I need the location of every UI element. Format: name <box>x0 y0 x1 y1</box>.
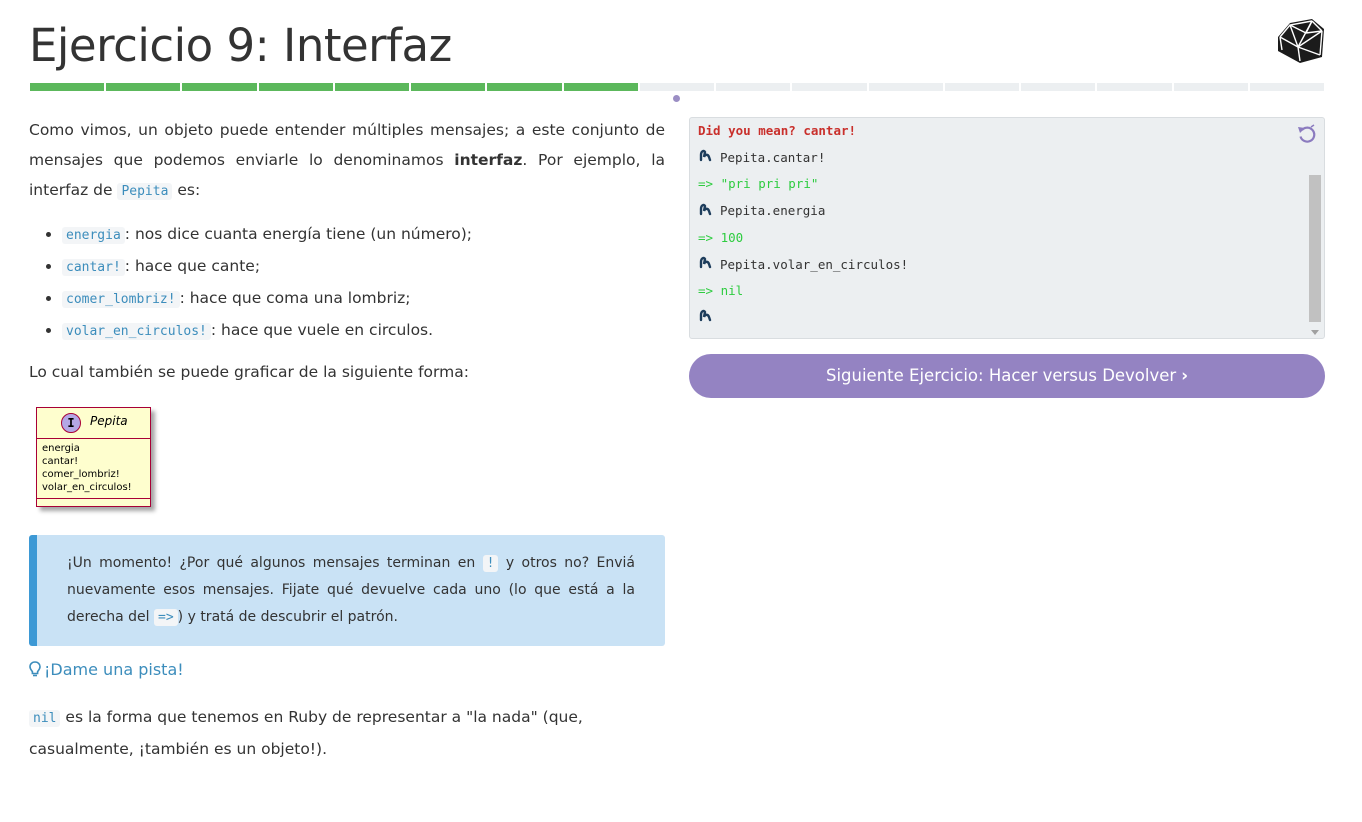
prompt-icon <box>698 148 712 168</box>
uml-method: comer_lombriz! <box>42 469 120 480</box>
inline-code: comer_lombriz! <box>62 291 180 308</box>
uml-method: energia <box>42 443 80 454</box>
console-command-text: Pepita.volar_en_circulos! <box>720 256 909 272</box>
console-command-line: Pepita.cantar! <box>698 148 825 168</box>
console-command-line: Pepita.volar_en_circulos! <box>698 255 908 275</box>
inline-code: volar_en_circulos! <box>62 323 211 340</box>
inline-code: nil <box>29 710 61 727</box>
scroll-down-arrow-icon[interactable] <box>1311 330 1319 335</box>
next-exercise-label[interactable]: Siguiente Ejercicio: Hacer versus Devolv… <box>826 366 1176 385</box>
progress-segment[interactable] <box>487 83 562 91</box>
inline-code: energia <box>62 227 125 244</box>
list-item: cantar!: hace que cante; <box>62 251 665 283</box>
console-command-line: Pepita.energia <box>698 201 825 221</box>
progress-bar <box>30 83 1324 91</box>
inline-code: => <box>154 609 178 626</box>
uml-method: cantar! <box>42 456 79 467</box>
list-item: volar_en_circulos!: hace que vuele en ci… <box>62 315 665 347</box>
uml-methods: energia cantar! comer_lombriz! volar_en_… <box>37 439 150 494</box>
uml-method: volar_en_circulos! <box>42 482 132 493</box>
progress-segment[interactable] <box>411 83 486 91</box>
inline-code: ! <box>482 555 499 572</box>
prompt-icon <box>698 255 712 275</box>
tip-box: ¡Un momento! ¿Por qué algunos mensajes t… <box>29 535 665 646</box>
prompt-icon <box>698 202 712 222</box>
inline-code: cantar! <box>62 259 125 276</box>
progress-segment[interactable] <box>1173 83 1248 91</box>
ruby-logo-icon <box>1278 19 1324 63</box>
console-command-text: Pepita.cantar! <box>720 149 826 165</box>
nil-note: nil es la forma que tenemos en Ruby de r… <box>29 702 665 764</box>
interface-badge-icon: I <box>61 413 81 433</box>
list-item-text: : nos dice cuanta energía tiene (un núme… <box>124 225 473 243</box>
hint-label[interactable]: ¡Dame una pista! <box>44 660 184 679</box>
console-result-text: => 100 <box>698 229 744 245</box>
prompt-icon <box>698 308 712 328</box>
console-result-text: => nil <box>698 283 744 299</box>
list-item: comer_lombriz!: hace que coma una lombri… <box>62 283 665 315</box>
progress-segment[interactable] <box>182 83 257 91</box>
uml-header: I Pepita <box>37 408 150 439</box>
nil-note-text: es la forma que tenemos en Ruby de repre… <box>29 708 583 758</box>
mouse-cursor-dot <box>673 95 680 102</box>
progress-segment[interactable] <box>563 83 638 91</box>
progress-segment[interactable] <box>716 83 791 91</box>
progress-segment[interactable] <box>334 83 410 91</box>
intro-text-3: es: <box>172 181 201 199</box>
hint-link[interactable]: ¡Dame una pista! <box>29 658 184 682</box>
reset-icon[interactable] <box>1296 124 1318 146</box>
list-item-text: : hace que vuele en circulos. <box>210 321 434 339</box>
progress-segment[interactable] <box>1249 83 1324 91</box>
progress-segment[interactable] <box>258 83 333 91</box>
console-command-text: Pepita.energia <box>720 203 826 219</box>
console-result-text: => "pri pri pri" <box>698 176 819 192</box>
list-item-text: : hace que coma una lombriz; <box>179 289 411 307</box>
console-result-line: => "pri pri pri" <box>698 174 818 194</box>
console-result-line: => 100 <box>698 228 743 248</box>
chevron-right-icon: › <box>1181 366 1189 385</box>
intro-paragraph: Como vimos, un objeto puede entender múl… <box>29 115 665 207</box>
next-exercise-button[interactable]: Siguiente Ejercicio: Hacer versus Devolv… <box>689 354 1325 398</box>
progress-segment[interactable] <box>1021 83 1096 91</box>
progress-segment[interactable] <box>868 83 943 91</box>
progress-segment[interactable] <box>106 83 181 91</box>
diagram-intro: Lo cual también se puede graficar de la … <box>29 363 469 381</box>
progress-segment[interactable] <box>944 83 1020 91</box>
console-scrollbar[interactable] <box>1309 175 1321 322</box>
tip-text-3: ) y tratá de descubrir el patrón. <box>177 609 398 625</box>
console-error-text: Did you mean? cantar! <box>698 123 857 138</box>
console-result-line: => nil <box>698 281 743 301</box>
inline-code: Pepita <box>117 183 173 200</box>
uml-divider <box>37 498 150 499</box>
progress-segment[interactable] <box>30 83 105 91</box>
message-list: energia: nos dice cuanta energía tiene (… <box>29 219 665 347</box>
console-command-line <box>698 308 720 328</box>
lightbulb-icon <box>29 661 41 677</box>
uml-name: Pepita <box>90 414 128 428</box>
list-item: energia: nos dice cuanta energía tiene (… <box>62 219 665 251</box>
console-error-line: Did you mean? cantar! <box>698 121 856 141</box>
page-title: Ejercicio 9: Interfaz <box>29 19 452 72</box>
progress-segment[interactable] <box>639 83 715 91</box>
progress-segment[interactable] <box>1097 83 1172 91</box>
tip-text: ¡Un momento! ¿Por qué algunos mensajes t… <box>67 555 483 571</box>
intro-bold: interfaz <box>454 151 523 169</box>
list-item-text: : hace que cante; <box>124 257 261 275</box>
ruby-console[interactable]: Did you mean? cantar! Pepita.cantar! => "p… <box>689 117 1325 339</box>
progress-segment[interactable] <box>792 83 867 91</box>
explanation: Como vimos, un objeto puede entender múl… <box>29 115 665 387</box>
uml-interface-diagram: I Pepita energia cantar! comer_lombriz! … <box>36 407 151 507</box>
